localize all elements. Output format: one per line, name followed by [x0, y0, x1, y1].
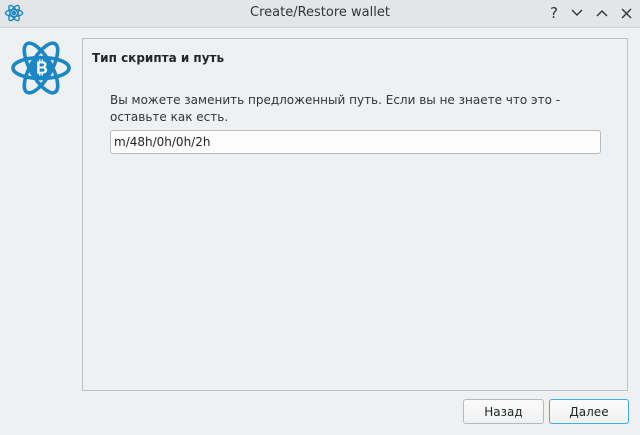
maximize-button[interactable]	[592, 3, 612, 23]
help-button[interactable]: ?	[544, 3, 564, 23]
minimize-button[interactable]	[567, 3, 587, 23]
chevron-down-icon	[571, 9, 583, 16]
window-titlebar[interactable]: Create/Restore wallet ?	[0, 0, 640, 28]
description-text: Вы можете заменить предложенный путь. Ес…	[110, 93, 561, 124]
section-title: Тип скрипта и путь	[92, 51, 225, 65]
derivation-path-input[interactable]	[110, 130, 601, 154]
wizard-content-panel: Тип скрипта и путь Вы можете заменить пр…	[82, 38, 628, 391]
close-button[interactable]	[616, 3, 636, 23]
next-button[interactable]: Далее	[549, 399, 629, 424]
chevron-up-icon	[596, 10, 608, 17]
electrum-logo	[9, 39, 73, 97]
close-icon	[621, 8, 631, 18]
back-button[interactable]: Назад	[463, 399, 544, 424]
